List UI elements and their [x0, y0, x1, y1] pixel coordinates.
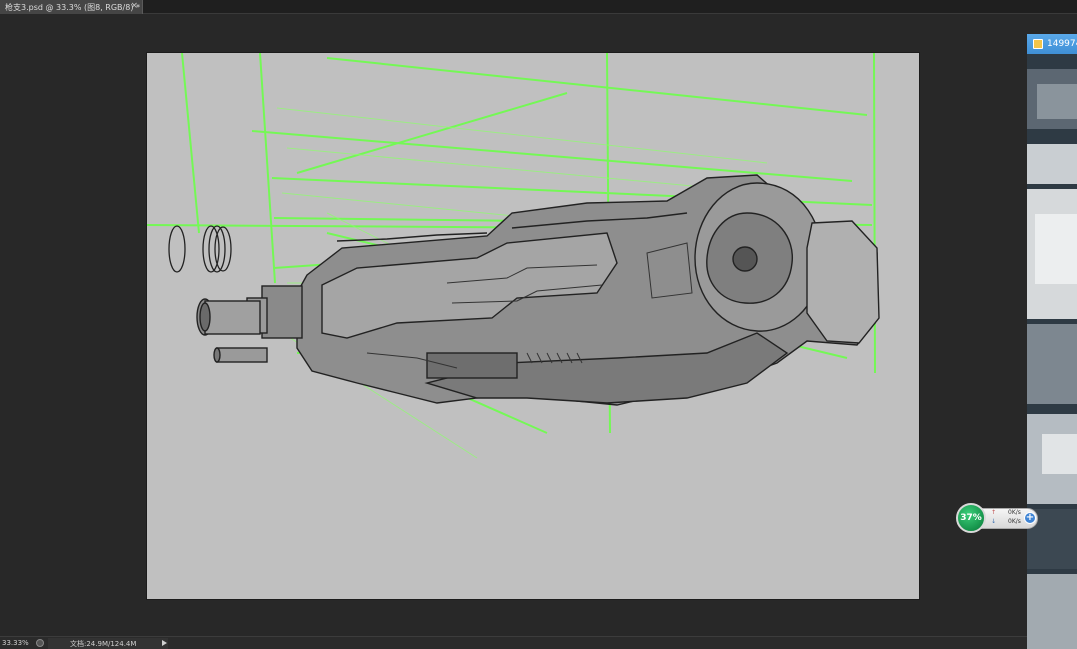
memory-usage-percent: 37% — [960, 513, 982, 523]
reference-photo — [1027, 54, 1077, 649]
status-info-icon[interactable] — [36, 639, 44, 647]
plus-icon[interactable]: + — [1024, 512, 1036, 524]
image-viewer-icon — [1033, 39, 1043, 49]
memory-usage-ball[interactable]: 37% — [956, 503, 986, 533]
photoshop-window: 枪支3.psd @ 33.3% (图8, RGB/8) * × 14997 37… — [0, 0, 1077, 649]
download-arrow-icon: ↓ — [991, 518, 997, 525]
upload-speed: 0K/s — [1008, 509, 1021, 516]
triangle-right-icon[interactable] — [162, 640, 167, 646]
document-size-info: 文档:24.9M/124.4M — [70, 640, 137, 648]
zoom-level-field[interactable]: 33.33% — [2, 639, 29, 647]
network-speed-widget[interactable]: 37% ↑ 0K/s ↓ 0K/s + — [956, 503, 1040, 533]
image-viewer-window[interactable]: 1499742 — [1027, 34, 1077, 649]
document-tab[interactable]: 枪支3.psd @ 33.3% (图8, RGB/8) * × — [0, 0, 143, 14]
document-tab-title: 枪支3.psd @ 33.3% (图8, RGB/8) * — [5, 2, 140, 12]
upload-arrow-icon: ↑ — [991, 509, 997, 516]
gun-sketch-artwork — [147, 53, 880, 459]
canvas-workspace[interactable] — [0, 14, 1027, 636]
document-canvas[interactable] — [147, 53, 919, 599]
document-tab-bar: 枪支3.psd @ 33.3% (图8, RGB/8) * × — [0, 0, 1077, 14]
download-speed: 0K/s — [1008, 518, 1021, 525]
gun-barrel — [196, 285, 303, 363]
loose-rings — [168, 225, 232, 273]
status-bar: 33.33% 文档:24.9M/124.4M — [0, 636, 1027, 649]
image-viewer-title: 1499742 — [1047, 39, 1077, 49]
image-viewer-titlebar[interactable]: 1499742 — [1027, 34, 1077, 54]
gun-body — [296, 174, 880, 406]
close-icon[interactable]: × — [130, 2, 138, 11]
